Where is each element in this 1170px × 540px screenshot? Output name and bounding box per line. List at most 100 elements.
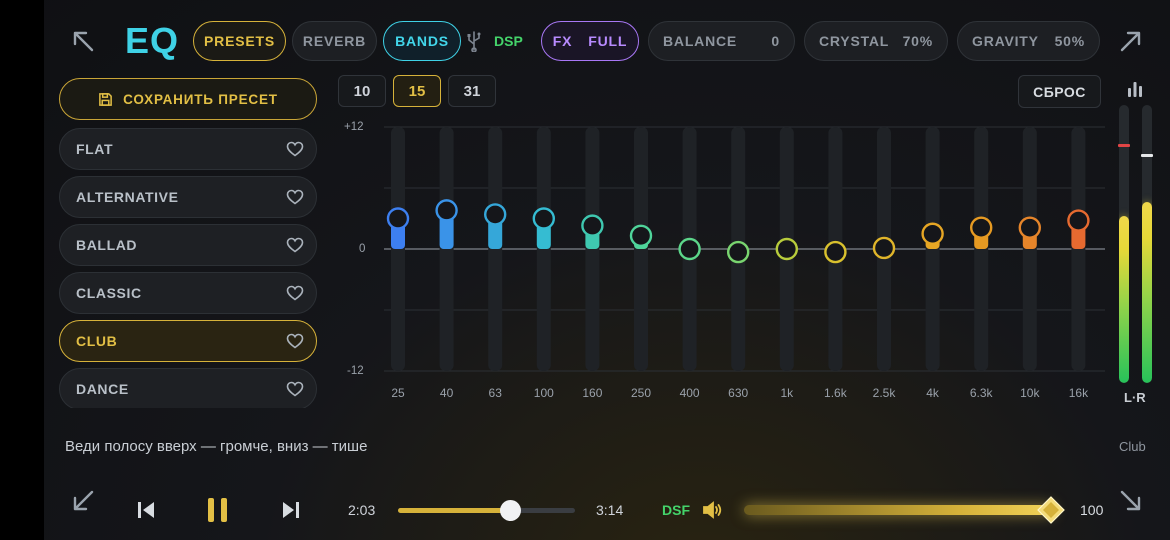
- band-knob-25[interactable]: [386, 207, 410, 230]
- save-icon: [99, 92, 113, 106]
- preset-item-club[interactable]: CLUB: [59, 320, 317, 362]
- preset-label: FLAT: [76, 141, 114, 157]
- collapse-bottom-left-icon[interactable]: [68, 486, 98, 516]
- total-time: 3:14: [596, 502, 624, 518]
- save-preset-label: СОХРАНИТЬ ПРЕСЕТ: [123, 91, 278, 107]
- band-freq-label: 40: [440, 386, 454, 400]
- band-knob-100[interactable]: [532, 207, 556, 230]
- band-knob-4k[interactable]: [921, 222, 944, 245]
- current-preset-label: Club: [1119, 439, 1146, 454]
- preset-item-alternative[interactable]: ALTERNATIVE: [59, 176, 317, 218]
- preset-label: DANCE: [76, 381, 129, 397]
- fx-label: FX: [552, 33, 573, 49]
- eq-graph: +12 0 -12 25 40 63 100 160 250 400 630 1k 1.6k 2.5…: [340, 115, 1105, 405]
- band-knob-10k[interactable]: [1018, 216, 1041, 239]
- right-channel-level: [1142, 202, 1152, 383]
- band-knob-160[interactable]: [581, 214, 604, 237]
- elapsed-time: 2:03: [348, 502, 376, 518]
- seek-progress: [398, 508, 510, 513]
- pause-icon[interactable]: [207, 497, 229, 523]
- crystal-value: 70%: [902, 33, 933, 49]
- balance-control[interactable]: BALANCE 0: [648, 21, 795, 61]
- meter-channel-label: L·R: [1124, 390, 1146, 405]
- seek-thumb[interactable]: [499, 500, 521, 521]
- right-peak-marker: [1141, 154, 1153, 157]
- band-knob-250[interactable]: [629, 224, 653, 247]
- preset-item-dance[interactable]: DANCE: [59, 368, 317, 408]
- level-meter-icon[interactable]: [1126, 80, 1144, 98]
- band-count-31[interactable]: 31: [448, 75, 496, 107]
- band-knob-400[interactable]: [678, 237, 701, 261]
- expand-bottom-right-icon[interactable]: [1116, 486, 1146, 516]
- expand-top-right-icon[interactable]: [1116, 26, 1146, 56]
- volume-value: 100: [1080, 502, 1104, 518]
- band-freq-label: 10k: [1020, 386, 1040, 400]
- volume-slider[interactable]: [744, 496, 1065, 524]
- reset-button[interactable]: СБРОС: [1018, 75, 1101, 108]
- preset-item-classic[interactable]: CLASSIC: [59, 272, 317, 314]
- band-knob-630[interactable]: [727, 240, 750, 264]
- band-freq-label: 2.5k: [873, 386, 897, 400]
- left-peak-marker: [1118, 144, 1130, 147]
- band-knob-1.6k[interactable]: [824, 240, 847, 264]
- crystal-control[interactable]: CRYSTAL 70%: [804, 21, 948, 61]
- balance-value: 0: [771, 33, 780, 49]
- left-channel-level: [1119, 216, 1129, 383]
- seek-bar[interactable]: [398, 500, 575, 521]
- band-freq-label: 4k: [926, 386, 940, 400]
- save-preset-button[interactable]: СОХРАНИТЬ ПРЕСЕТ: [59, 78, 317, 120]
- band-knob-63[interactable]: [483, 203, 507, 226]
- preset-label: BALLAD: [76, 237, 138, 253]
- preset-label: ALTERNATIVE: [76, 189, 179, 205]
- favorite-heart-icon[interactable]: [286, 332, 304, 350]
- preset-label: CLASSIC: [76, 285, 142, 301]
- band-knob-2.5k[interactable]: [872, 236, 896, 260]
- tab-presets[interactable]: PRESETS: [193, 21, 286, 61]
- dsp-indicator[interactable]: DSP: [494, 33, 523, 49]
- next-track-icon[interactable]: [281, 500, 301, 520]
- preset-label: CLUB: [76, 333, 118, 349]
- preset-list: FLAT ALTERNATIVE BALLAD CLASSIC CLUB DANCE: [59, 128, 317, 408]
- volume-thumb[interactable]: [1037, 496, 1065, 524]
- screen-edge: [0, 0, 44, 540]
- collapse-top-left-icon[interactable]: [68, 26, 98, 56]
- gravity-control[interactable]: GRAVITY 50%: [957, 21, 1100, 61]
- preset-item-flat[interactable]: FLAT: [59, 128, 317, 170]
- full-label: FULL: [588, 33, 628, 49]
- volume-icon[interactable]: [702, 500, 722, 520]
- right-channel-meter: [1142, 105, 1152, 383]
- band-knob-40[interactable]: [435, 199, 458, 222]
- eq-title: EQ: [125, 20, 180, 61]
- favorite-heart-icon[interactable]: [286, 380, 304, 398]
- eq-bands-svg[interactable]: 25 40 63 100 160 250 400 630 1k 1.6k 2.5k 4k 6.3k 10k…: [340, 115, 1105, 405]
- band-knob-1k[interactable]: [775, 237, 798, 261]
- gravity-label: GRAVITY: [972, 33, 1039, 49]
- usb-icon: [464, 30, 484, 53]
- favorite-heart-icon[interactable]: [286, 236, 304, 254]
- band-freq-label: 1.6k: [824, 386, 848, 400]
- tab-bands[interactable]: BANDS: [383, 21, 461, 61]
- band-knob-16k[interactable]: [1067, 209, 1090, 232]
- format-badge: DSF: [662, 502, 690, 518]
- gravity-value: 50%: [1054, 33, 1085, 49]
- band-count-15[interactable]: 15: [393, 75, 441, 107]
- band-freq-label: 630: [728, 386, 748, 400]
- fx-full-toggle[interactable]: FX FULL: [541, 21, 639, 61]
- band-freq-label: 25: [391, 386, 405, 400]
- band-freq-label: 6.3k: [970, 386, 994, 400]
- hint-text: Веди полосу вверх — громче, вниз — тише: [65, 438, 368, 455]
- band-freq-label: 160: [582, 386, 602, 400]
- balance-label: BALANCE: [663, 33, 738, 49]
- favorite-heart-icon[interactable]: [286, 284, 304, 302]
- band-count-10[interactable]: 10: [338, 75, 386, 107]
- favorite-heart-icon[interactable]: [286, 140, 304, 158]
- preset-item-ballad[interactable]: BALLAD: [59, 224, 317, 266]
- eq-screen: EQ PRESETS REVERB BANDS DSP FX FULL BALA…: [0, 0, 1170, 540]
- tab-reverb[interactable]: REVERB: [292, 21, 377, 61]
- band-knob-6.3k[interactable]: [970, 216, 993, 239]
- band-freq-label: 100: [534, 386, 554, 400]
- favorite-heart-icon[interactable]: [286, 188, 304, 206]
- band-freq-label: 400: [680, 386, 700, 400]
- band-freq-label: 16k: [1069, 386, 1089, 400]
- previous-track-icon[interactable]: [136, 500, 156, 520]
